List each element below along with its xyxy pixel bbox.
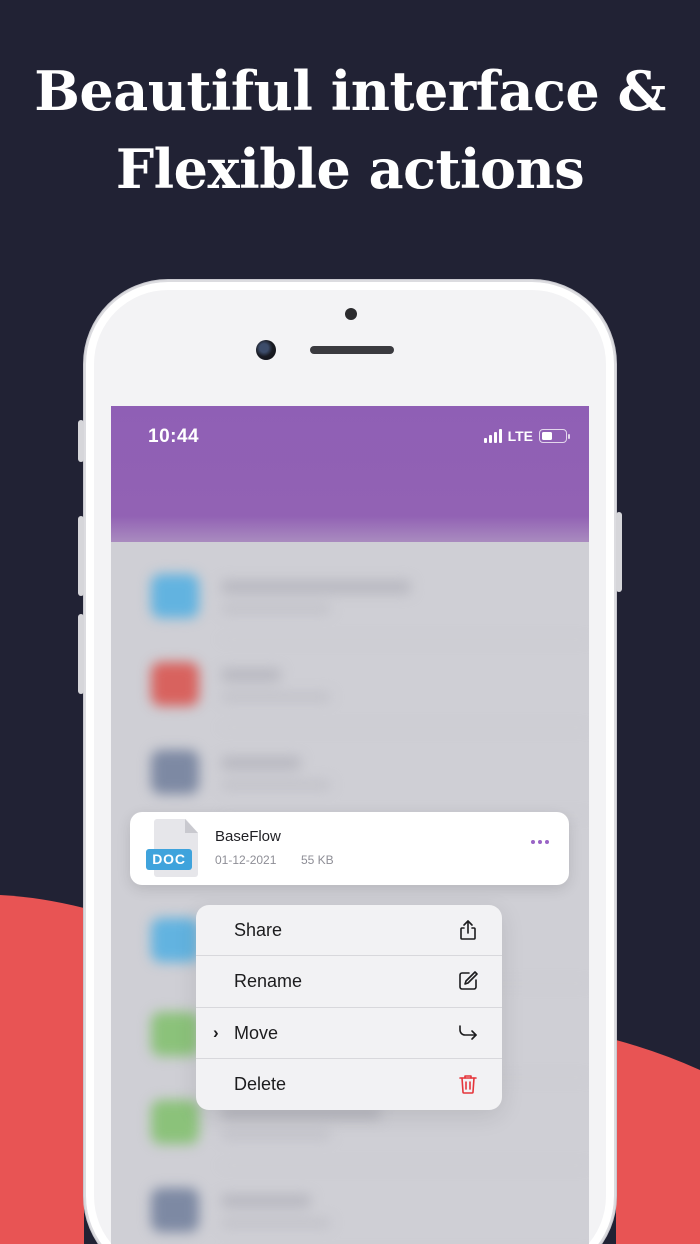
file-type-badge: DOC (146, 849, 192, 870)
file-name: BaseFlow (215, 828, 281, 845)
menu-item-delete[interactable]: Delete (196, 1059, 502, 1110)
front-camera (256, 340, 276, 360)
app-header: 10:44 LTE (111, 406, 589, 542)
battery-icon (539, 429, 570, 443)
menu-item-label: Rename (234, 971, 303, 992)
menu-item-label: Delete (234, 1073, 287, 1094)
list-item (111, 640, 589, 728)
volume-down-button (78, 614, 84, 694)
menu-item-share[interactable]: Share (196, 905, 502, 957)
share-icon (460, 920, 476, 940)
headline: Beautiful interface & Flexible actions (0, 52, 700, 208)
earpiece-speaker (310, 346, 394, 354)
doc-file-icon: DOC (146, 819, 202, 879)
menu-item-move[interactable]: › Move (196, 1008, 502, 1059)
headline-line-1: Beautiful interface & (34, 59, 666, 123)
status-time: 10:44 (148, 426, 200, 447)
list-item (111, 728, 589, 816)
menu-item-rename[interactable]: Rename (196, 956, 502, 1008)
list-item (111, 552, 589, 640)
list-item (111, 1166, 589, 1244)
file-date: 01-12-2021 (215, 853, 277, 867)
edit-icon (459, 971, 478, 991)
selected-file-card[interactable]: DOC BaseFlow 01-12-2021 55 KB (130, 812, 569, 885)
chevron-right-icon: › (213, 1022, 219, 1042)
proximity-sensor (345, 308, 357, 320)
ellipsis-icon[interactable] (531, 840, 549, 844)
volume-up-button (78, 516, 84, 596)
move-arrow-icon (459, 1024, 477, 1040)
headline-line-2: Flexible actions (115, 137, 585, 201)
network-label: LTE (507, 428, 533, 444)
menu-item-label: Share (234, 920, 283, 940)
status-indicators: LTE (483, 428, 570, 444)
trash-icon (459, 1074, 477, 1094)
signal-icon (483, 429, 502, 443)
power-button (616, 512, 622, 592)
file-size: 55 KB (301, 853, 334, 867)
menu-item-label: Move (234, 1022, 279, 1043)
context-menu: Share Rename › Move Delete (196, 905, 502, 1110)
mute-switch (78, 420, 84, 462)
